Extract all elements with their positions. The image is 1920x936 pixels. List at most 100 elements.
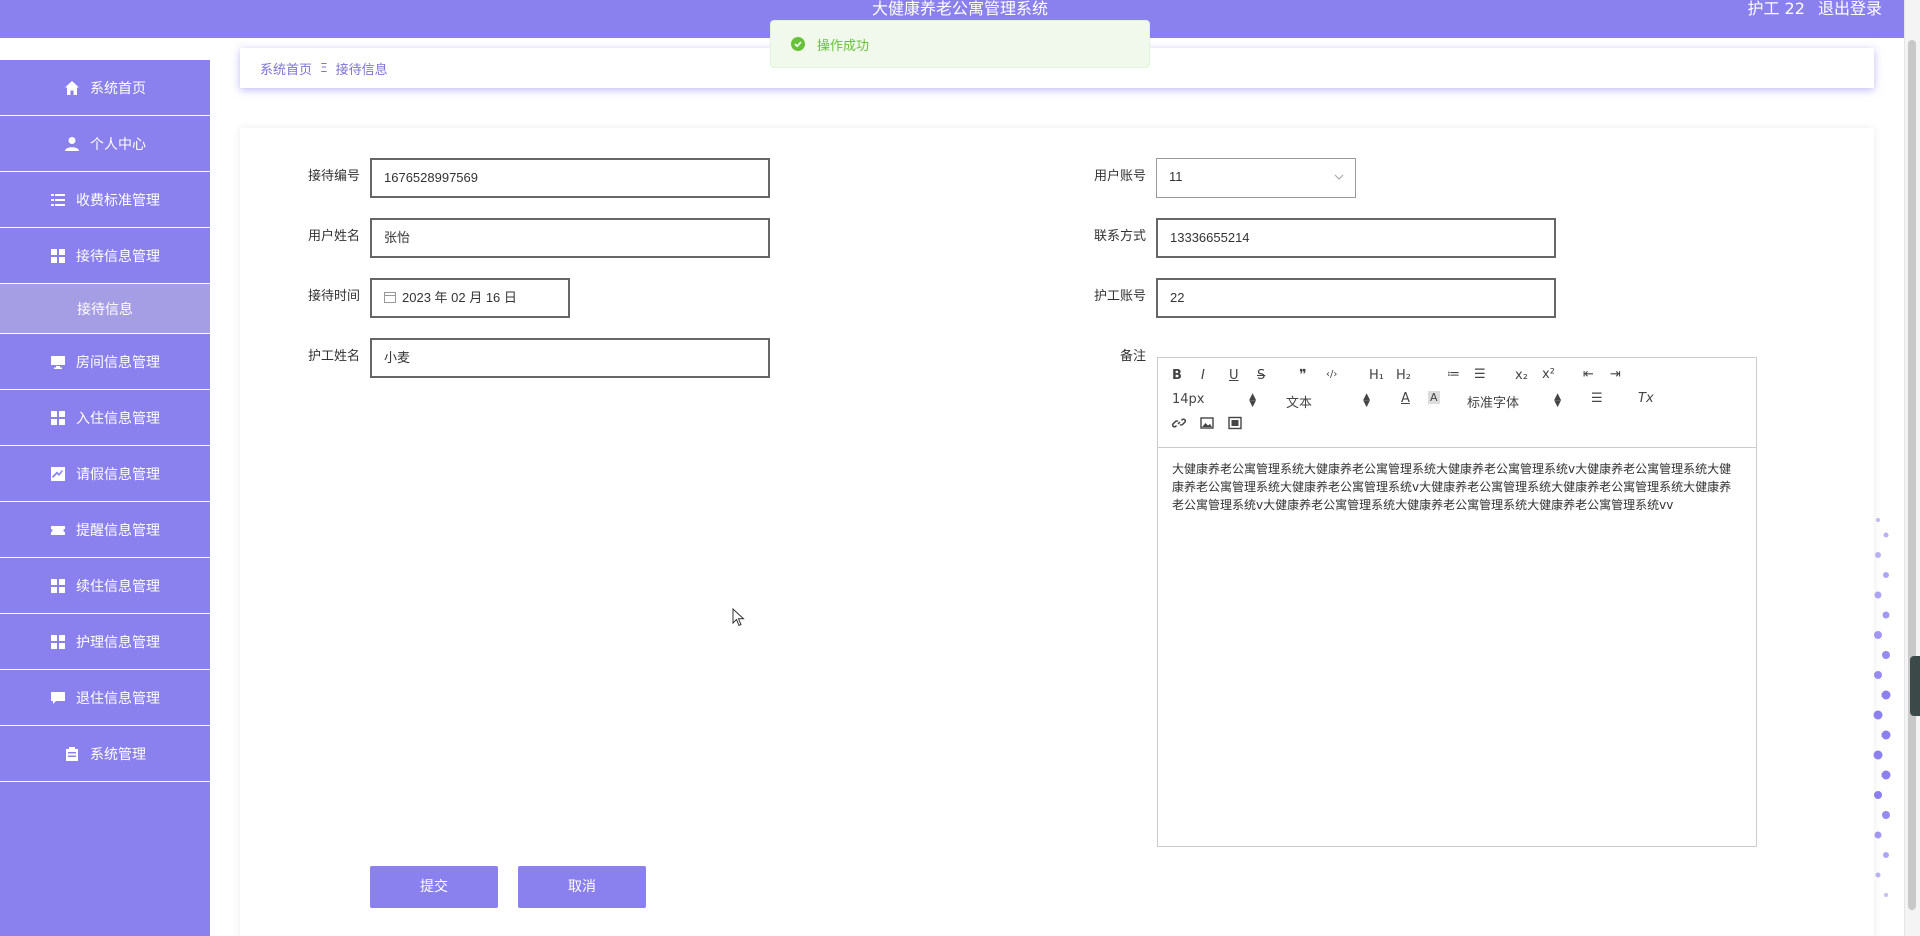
- side-panel-handle[interactable]: [1910, 656, 1920, 716]
- font-family-value: 标准字体: [1467, 396, 1520, 411]
- sidebar-item-reminder[interactable]: 提醒信息管理: [0, 502, 210, 558]
- bold-button[interactable]: B: [1172, 368, 1182, 383]
- sidebar-item-label: 请假信息管理: [76, 466, 160, 483]
- list-icon: [50, 192, 66, 208]
- font-size-select[interactable]: 14px ▲ ▼: [1172, 392, 1256, 409]
- sidebar-item-checkin[interactable]: 入住信息管理: [0, 390, 210, 446]
- sidebar-item-home[interactable]: 系统首页: [0, 60, 210, 116]
- outdent-button[interactable]: ⇤: [1583, 367, 1594, 382]
- sidebar-item-nursing[interactable]: 护理信息管理: [0, 614, 210, 670]
- chart-icon: [50, 466, 66, 482]
- reception-no-input[interactable]: 1676528997569: [370, 158, 770, 198]
- logout-link[interactable]: 退出登录: [1818, 0, 1882, 18]
- scrollbar-thumb[interactable]: [1908, 40, 1916, 910]
- font-family-select[interactable]: 标准字体 ▲ ▼: [1467, 392, 1561, 412]
- header-value: 文本: [1286, 396, 1313, 411]
- user-name-input[interactable]: 张怡: [370, 218, 770, 258]
- reception-time-value: 2023 年 02 月 16 日: [402, 290, 517, 305]
- clipboard-icon: [64, 746, 80, 762]
- contact-label: 联系方式: [1093, 229, 1146, 244]
- sidebar-item-label: 提醒信息管理: [76, 522, 160, 539]
- remark-label: 备注: [1119, 349, 1146, 364]
- sidebar-item-label: 个人中心: [90, 136, 146, 153]
- chat-icon: [50, 690, 66, 706]
- reception-time-picker[interactable]: 2023 年 02 月 16 日: [370, 278, 570, 318]
- clean-format-button[interactable]: Tx: [1638, 391, 1654, 406]
- decorative-dots: [1873, 518, 1891, 897]
- strike-button[interactable]: S: [1257, 368, 1265, 383]
- sidebar: 系统首页 个人中心 收费标准管理 接待信息管理 接待信息 房间信息管理 入住信息…: [0, 60, 210, 936]
- sidebar-subitem-reception-info[interactable]: 接待信息: [0, 284, 210, 334]
- align-button[interactable]: ☰: [1591, 391, 1603, 406]
- ordered-list-button[interactable]: ≔: [1447, 367, 1460, 382]
- select-arrows-icon: ▲ ▼: [1363, 392, 1370, 409]
- user-account-select[interactable]: 11: [1156, 158, 1356, 198]
- sidebar-item-system[interactable]: 系统管理: [0, 726, 210, 782]
- submit-button[interactable]: 提交: [370, 866, 498, 908]
- sidebar-item-fee[interactable]: 收费标准管理: [0, 172, 210, 228]
- chevron-down-icon: [1334, 174, 1344, 180]
- cancel-button[interactable]: 取消: [518, 866, 646, 908]
- editor-toolbar: B I U S ❞ ‹/› H₁ H₂ ≔ ☰ x₂ x² ⇤ ⇥ 14px ▲…: [1158, 358, 1756, 448]
- grid-icon: [50, 634, 66, 650]
- check-circle-icon: [791, 37, 805, 51]
- reception-no-label: 接待编号: [307, 169, 360, 184]
- user-label: 护工 22: [1747, 0, 1805, 18]
- indent-button[interactable]: ⇥: [1610, 367, 1621, 382]
- sidebar-item-label: 接待信息管理: [76, 248, 160, 265]
- remark-editor: B I U S ❞ ‹/› H₁ H₂ ≔ ☰ x₂ x² ⇤ ⇥ 14px ▲…: [1157, 357, 1757, 847]
- text-color-button[interactable]: A: [1401, 391, 1410, 406]
- sidebar-item-label: 房间信息管理: [76, 354, 160, 371]
- sidebar-item-label: 系统管理: [90, 746, 146, 763]
- nurse-name-input[interactable]: 小麦: [370, 338, 770, 378]
- background-color-button[interactable]: A: [1428, 391, 1440, 404]
- grid-icon: [50, 578, 66, 594]
- mouse-cursor-icon: [732, 608, 745, 627]
- page-scrollbar[interactable]: [1904, 0, 1920, 936]
- contact-input[interactable]: 13336655214: [1156, 218, 1556, 258]
- image-icon[interactable]: [1200, 416, 1214, 434]
- user-icon: [64, 136, 80, 152]
- sidebar-item-label: 续住信息管理: [76, 578, 160, 595]
- grid-icon: [50, 410, 66, 426]
- calendar-icon: [384, 292, 396, 303]
- sidebar-item-label: 系统首页: [90, 80, 146, 97]
- monitor-icon: [50, 354, 66, 370]
- breadcrumb-separator: Ξ: [320, 61, 328, 75]
- underline-button[interactable]: U: [1229, 368, 1239, 383]
- breadcrumb-current: 接待信息: [335, 62, 388, 78]
- header-select[interactable]: 文本 ▲ ▼: [1286, 392, 1370, 412]
- h2-button[interactable]: H₂: [1396, 368, 1411, 383]
- nurse-account-input[interactable]: 22: [1156, 278, 1556, 318]
- sidebar-item-label: 退住信息管理: [76, 690, 160, 707]
- italic-button[interactable]: I: [1201, 368, 1205, 383]
- superscript-button[interactable]: x²: [1542, 367, 1555, 382]
- success-toast: 操作成功: [770, 20, 1150, 68]
- sidebar-item-leave[interactable]: 请假信息管理: [0, 446, 210, 502]
- sidebar-item-room[interactable]: 房间信息管理: [0, 334, 210, 390]
- sidebar-item-checkout[interactable]: 退住信息管理: [0, 670, 210, 726]
- grid-icon: [50, 248, 66, 264]
- blockquote-button[interactable]: ❞: [1299, 367, 1307, 383]
- user-account-value: 11: [1169, 169, 1183, 184]
- home-icon: [64, 80, 80, 96]
- app-title: 大健康养老公寓管理系统: [871, 0, 1048, 18]
- subscript-button[interactable]: x₂: [1515, 368, 1528, 383]
- editor-content[interactable]: 大健康养老公寓管理系统大健康养老公寓管理系统大健康养老公寓管理系统v大健康养老公…: [1158, 448, 1756, 526]
- bullet-list-button[interactable]: ☰: [1474, 367, 1486, 382]
- nurse-name-label: 护工姓名: [307, 349, 360, 364]
- user-area: 护工 22 退出登录: [1739, 0, 1882, 18]
- sidebar-item-renewal[interactable]: 续住信息管理: [0, 558, 210, 614]
- h1-button[interactable]: H₁: [1369, 368, 1384, 383]
- ticket-icon: [50, 522, 66, 538]
- breadcrumb-home[interactable]: 系统首页: [260, 59, 312, 78]
- user-account-label: 用户账号: [1093, 169, 1146, 184]
- video-icon[interactable]: [1228, 416, 1242, 434]
- select-arrows-icon: ▲ ▼: [1554, 392, 1561, 409]
- nurse-account-label: 护工账号: [1093, 289, 1146, 304]
- user-name-label: 用户姓名: [307, 229, 360, 244]
- sidebar-item-profile[interactable]: 个人中心: [0, 116, 210, 172]
- link-icon[interactable]: [1171, 416, 1187, 434]
- sidebar-item-reception[interactable]: 接待信息管理: [0, 228, 210, 284]
- code-button[interactable]: ‹/›: [1326, 369, 1337, 380]
